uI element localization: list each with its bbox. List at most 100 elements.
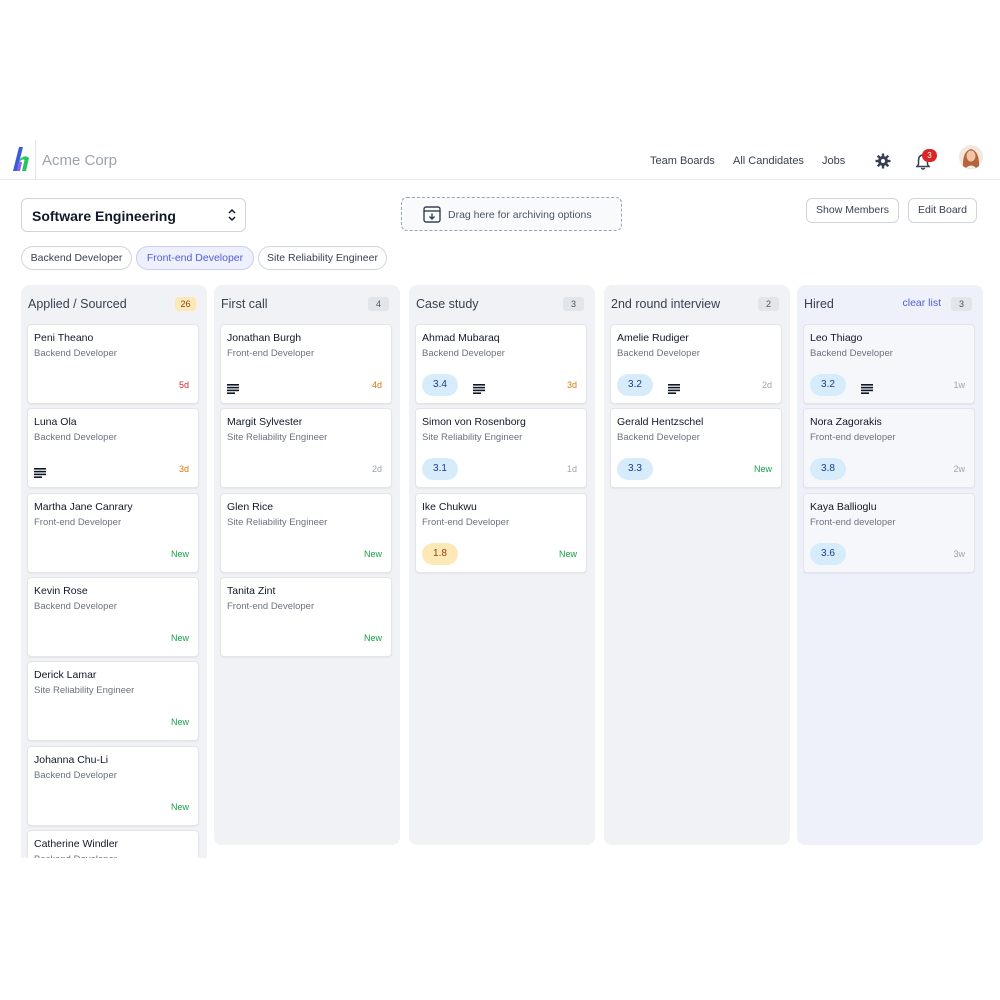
time-in-stage: 5d [178,380,189,390]
candidate-role: Backend Developer [422,348,505,359]
archive-icon [423,206,441,223]
column-title: First call [221,297,268,311]
candidate-card[interactable]: Johanna Chu-Li Backend Developer New [27,745,199,826]
candidate-role: Backend Developer [617,348,700,359]
nav-team-boards[interactable]: Team Boards [650,155,715,167]
candidate-role: Backend Developer [34,600,117,612]
candidate-name: Jonathan Burgh [227,332,302,344]
notes-icon [34,465,46,479]
candidate-card[interactable]: Nora Zagorakis Front-end developer 3.8 2w [803,408,975,489]
candidate-card[interactable]: Tanita Zint Front-end Developer New [220,576,392,657]
candidate-card[interactable]: Luna Ola Backend Developer 3d [27,408,199,489]
candidate-card[interactable]: Kevin Rose Backend Developer New [27,576,199,657]
candidate-name: Kevin Rose [34,584,88,597]
candidate-role: Site Reliability Engineer [422,432,523,444]
candidate-card[interactable]: Glen Rice Site Reliability Engineer New [220,492,392,573]
candidate-name: Nora Zagorakis [810,416,882,429]
column-title: Case study [416,297,479,311]
archive-drop-zone[interactable]: Drag here for archiving options [401,197,622,231]
app-logo-icon[interactable] [10,146,34,172]
candidate-role: Front-end Developer [422,516,510,528]
candidate-name: Amelie Rudiger [617,332,689,344]
time-in-stage: 3w [953,548,965,559]
clear-list-link[interactable]: clear list [902,297,941,309]
gear-icon[interactable] [875,153,891,169]
kanban-column: Applied / Sourced 26 Peni Theano Backend De… [21,285,207,858]
candidate-name: Luna Ola [34,416,77,429]
kanban-column: Case study 3 Ahmad Mubaraq Backend Develope… [409,285,595,845]
filter-chip-backend-developer[interactable]: Backend Developer [21,246,132,270]
candidate-name: Catherine Windler [34,837,119,850]
time-in-stage: 1w [953,380,965,390]
time-in-stage: New [753,464,772,475]
candidate-card[interactable]: Catherine Windler Backend Developer [27,829,199,858]
company-name: Acme Corp [42,152,118,169]
notification-badge: 3 [922,149,937,162]
show-members-button[interactable]: Show Members [806,198,899,223]
candidate-name: Glen Rice [227,500,274,513]
notes-icon [473,381,485,394]
top-navigation-bar: Acme Corp Team Boards All Candidates Job… [0,140,1000,180]
candidate-role: Backend Developer [34,854,117,858]
candidate-role: Site Reliability Engineer [34,685,135,697]
candidate-role: Backend Developer [34,432,117,444]
edit-board-button[interactable]: Edit Board [908,198,977,223]
candidate-role: Site Reliability Engineer [227,432,328,444]
logo-divider [35,140,36,180]
time-in-stage: New [363,632,382,643]
candidate-role: Backend Developer [810,348,893,359]
candidate-card[interactable]: Ahmad Mubaraq Backend Developer 3.4 3d [415,324,587,404]
candidate-role: Front-end developer [810,516,896,528]
kanban-column: Hired 3 clear list Leo Thiago Backend Develo… [797,285,983,845]
candidate-card[interactable]: Peni Theano Backend Developer 5d [27,324,199,404]
column-title: 2nd round interview [611,297,721,311]
time-in-stage: New [170,548,189,559]
rating-badge: 3.6 [810,542,846,565]
candidate-name: Derick Lamar [34,669,97,682]
candidate-card[interactable]: Leo Thiago Backend Developer 3.2 1w [803,324,975,404]
time-in-stage: 2w [953,464,965,475]
kanban-column: First call 4 Jonathan Burgh Front-end Devel… [214,285,400,845]
candidate-name: Ike Chukwu [422,500,477,513]
candidate-card[interactable]: Ike Chukwu Front-end Developer 1.8 New [415,492,587,573]
candidate-name: Leo Thiago [810,332,863,344]
candidate-card[interactable]: Kaya Ballioglu Front-end developer 3.6 3w [803,492,975,573]
candidate-card[interactable]: Jonathan Burgh Front-end Developer 4d [220,324,392,404]
filter-chip-front-end-developer[interactable]: Front-end Developer [136,246,254,270]
chevron-up-down-icon [228,208,236,222]
candidate-name: Peni Theano [34,332,94,344]
board-selector[interactable]: Software Engineering [21,198,246,232]
candidate-card[interactable]: Derick Lamar Site Reliability Engineer New [27,661,199,742]
time-in-stage: New [558,548,577,559]
notes-icon [227,381,239,394]
candidate-card[interactable]: Amelie Rudiger Backend Developer 3.2 2d [610,324,782,404]
candidate-card[interactable]: Margit Sylvester Site Reliability Enginee… [220,408,392,489]
notes-icon [668,381,680,394]
column-count-badge: 3 [951,297,972,311]
candidate-role: Backend Developer [34,769,117,781]
candidate-name: Martha Jane Canrary [34,500,133,513]
candidate-name: Margit Sylvester [227,416,303,429]
board-selector-value: Software Engineering [32,208,176,224]
nav-all-candidates[interactable]: All Candidates [733,155,804,167]
time-in-stage: 3d [566,380,577,390]
user-avatar[interactable] [959,145,983,169]
candidate-role: Site Reliability Engineer [227,516,328,528]
candidate-card[interactable]: Gerald Hentzschel Backend Developer 3.3 New [610,408,782,489]
nav-jobs[interactable]: Jobs [822,155,845,167]
archive-hint-text: Drag here for archiving options [448,209,592,221]
column-title: Hired [804,297,834,311]
candidate-card[interactable]: Martha Jane Canrary Front-end Developer Ne… [27,492,199,573]
rating-badge: 1.8 [422,542,458,565]
time-in-stage: 3d [178,464,189,475]
candidate-name: Johanna Chu-Li [34,753,109,766]
candidate-role: Front-end Developer [227,600,315,612]
candidate-name: Ahmad Mubaraq [422,332,500,344]
time-in-stage: 4d [371,380,382,390]
candidate-name: Gerald Hentzschel [617,416,704,429]
filter-chip-site-reliability-engineer[interactable]: Site Reliability Engineer [258,246,387,270]
candidate-card[interactable]: Simon von Rosenborg Site Reliability Engi… [415,408,587,489]
column-count-badge: 4 [368,297,389,311]
rating-badge: 3.8 [810,458,846,481]
rating-badge: 3.2 [617,374,653,396]
